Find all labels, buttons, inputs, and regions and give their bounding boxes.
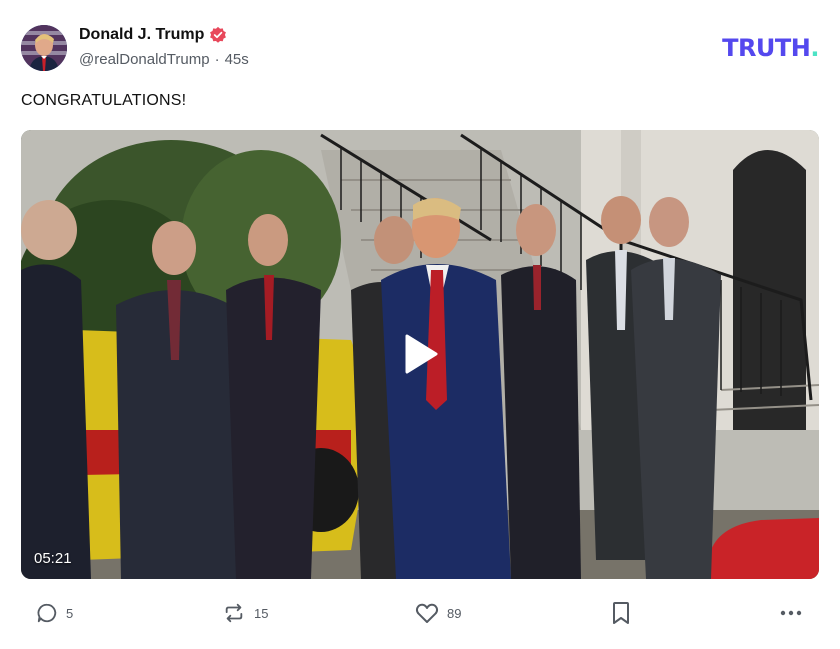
play-icon [405, 334, 438, 374]
reply-icon [37, 603, 57, 623]
play-button[interactable] [403, 329, 439, 379]
retruth-button[interactable]: 15 [222, 600, 268, 626]
retruth-count: 15 [254, 605, 269, 621]
brand-name: TRUTH [722, 34, 811, 62]
like-count: 89 [447, 605, 462, 621]
post-text: CONGRATULATIONS! [21, 92, 187, 109]
post-actions: 5 15 89 [21, 600, 819, 626]
reply-button[interactable]: 5 [36, 600, 73, 626]
more-options-button[interactable] [779, 600, 803, 626]
bookmark-icon [613, 602, 629, 624]
author-name[interactable]: Donald J. Trump [79, 26, 204, 44]
more-icon [780, 610, 802, 616]
like-icon [415, 603, 439, 623]
video-duration: 05:21 [34, 550, 72, 567]
truth-post: Donald J. Trump @realDonaldTrump · 45s T… [0, 0, 840, 649]
verified-badge-icon [209, 26, 227, 44]
reply-count: 5 [66, 605, 74, 621]
author-handle[interactable]: @realDonaldTrump [79, 51, 210, 68]
bookmark-button[interactable] [611, 600, 631, 626]
post-timestamp[interactable]: 45s [225, 51, 249, 68]
meta-separator: · [214, 51, 220, 68]
video-player[interactable]: 05:21 [21, 130, 819, 579]
post-header: Donald J. Trump @realDonaldTrump · 45s T… [21, 24, 819, 72]
truth-social-logo[interactable]: TRUTH. [722, 34, 819, 62]
brand-dot: . [810, 34, 819, 62]
author-info: Donald J. Trump @realDonaldTrump · 45s [79, 24, 249, 68]
retruth-icon [225, 603, 243, 623]
author-meta: @realDonaldTrump · 45s [79, 51, 249, 68]
like-button[interactable]: 89 [415, 600, 461, 626]
avatar[interactable] [21, 25, 67, 71]
name-row: Donald J. Trump [79, 24, 249, 46]
